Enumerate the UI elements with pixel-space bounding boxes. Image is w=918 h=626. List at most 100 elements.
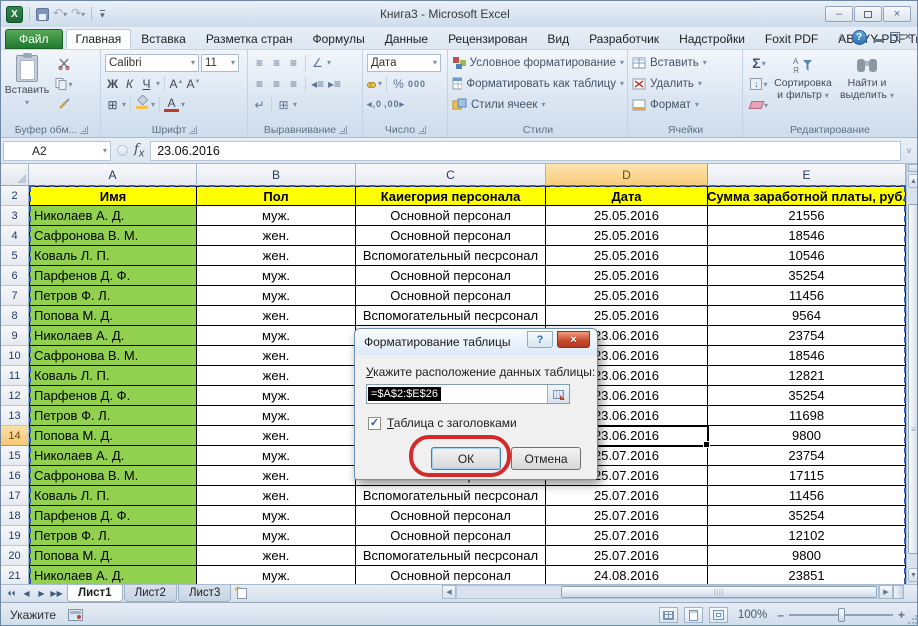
maximize-button[interactable] bbox=[854, 6, 882, 22]
align-right-icon[interactable]: ≡ bbox=[286, 77, 301, 91]
cell-C20[interactable]: Вспомогательный песрсонал bbox=[356, 546, 546, 566]
cell-D19[interactable]: 25.07.2016 bbox=[546, 526, 708, 546]
cell-C6[interactable]: Основной персонал bbox=[356, 266, 546, 286]
cell-E18[interactable]: 35254 bbox=[708, 506, 906, 526]
cell-C21[interactable]: Основной персонал bbox=[356, 566, 546, 584]
row-header-2[interactable]: 2 bbox=[1, 186, 29, 206]
decrease-indent-icon[interactable]: ◂≡ bbox=[310, 77, 325, 91]
format-as-table-button[interactable]: Форматировать как таблицу▾ bbox=[452, 73, 624, 94]
collapse-ribbon-icon[interactable]: ∧ bbox=[837, 32, 844, 43]
cell-D6[interactable]: 25.05.2016 bbox=[546, 266, 708, 286]
orientation-icon[interactable]: ∠ bbox=[310, 56, 325, 70]
cell-E21[interactable]: 23851 bbox=[708, 566, 906, 584]
cell-E13[interactable]: 11698 bbox=[708, 406, 906, 426]
font-size-combo[interactable]: 11▾ bbox=[201, 54, 239, 72]
cell-D17[interactable]: 25.07.2016 bbox=[546, 486, 708, 506]
dialog-close-button[interactable]: × bbox=[557, 331, 590, 348]
cell-B9[interactable]: муж. bbox=[197, 326, 356, 346]
cut-button[interactable] bbox=[52, 55, 76, 73]
cell-A6[interactable]: Парфенов Д. Ф. bbox=[29, 266, 197, 286]
row-header-20[interactable]: 20 bbox=[1, 546, 29, 566]
cell-D7[interactable]: 25.05.2016 bbox=[546, 286, 708, 306]
cell-C5[interactable]: Вспомогательный песрсонал bbox=[356, 246, 546, 266]
cell-C2[interactable]: Каиегория персонала bbox=[356, 186, 546, 206]
wrap-text-icon[interactable]: ↵ bbox=[252, 98, 267, 112]
zoom-slider-thumb[interactable] bbox=[838, 608, 845, 622]
cell-D3[interactable]: 25.05.2016 bbox=[546, 206, 708, 226]
cell-E12[interactable]: 35254 bbox=[708, 386, 906, 406]
format-cells-button[interactable]: Формат▾ bbox=[632, 94, 739, 115]
cell-E7[interactable]: 11456 bbox=[708, 286, 906, 306]
insert-worksheet-icon[interactable]: ✱ bbox=[234, 586, 254, 601]
cell-E20[interactable]: 9800 bbox=[708, 546, 906, 566]
sheet-tab-лист2[interactable]: Лист2 bbox=[124, 585, 177, 602]
cell-A20[interactable]: Попова М. Д. bbox=[29, 546, 197, 566]
dialog-help-button[interactable]: ? bbox=[527, 331, 553, 348]
tab-split-handle[interactable] bbox=[893, 585, 904, 599]
horizontal-scroll-thumb[interactable]: |||| bbox=[561, 586, 877, 598]
ribbon-tab-главная[interactable]: Главная bbox=[66, 29, 132, 49]
formula-input[interactable]: 23.06.2016 bbox=[150, 141, 901, 161]
cell-D5[interactable]: 25.05.2016 bbox=[546, 246, 708, 266]
vertical-scrollbar[interactable]: ▲ ▼ bbox=[906, 164, 918, 584]
cell-D18[interactable]: 25.07.2016 bbox=[546, 506, 708, 526]
split-handle[interactable] bbox=[908, 164, 918, 172]
cell-B10[interactable]: жен. bbox=[197, 346, 356, 366]
cell-E15[interactable]: 23754 bbox=[708, 446, 906, 466]
cell-D4[interactable]: 25.05.2016 bbox=[546, 226, 708, 246]
row-header-14[interactable]: 14 bbox=[1, 426, 29, 446]
help-icon[interactable]: ? bbox=[852, 30, 867, 45]
shrink-font-button[interactable]: А▼ bbox=[186, 77, 201, 91]
row-header-5[interactable]: 5 bbox=[1, 246, 29, 266]
row-header-18[interactable]: 18 bbox=[1, 506, 29, 526]
cell-C18[interactable]: Основной персонал bbox=[356, 506, 546, 526]
page-break-view-button[interactable] bbox=[709, 607, 728, 623]
fill-color-button[interactable] bbox=[135, 95, 149, 114]
column-header-B[interactable]: B bbox=[197, 164, 356, 186]
paste-button[interactable]: Вставить▾ bbox=[6, 52, 48, 116]
ribbon-tab-формулы[interactable]: Формулы bbox=[302, 29, 374, 49]
page-layout-view-button[interactable] bbox=[684, 607, 703, 623]
cell-B20[interactable]: жен. bbox=[197, 546, 356, 566]
cell-C7[interactable]: Основной персонал bbox=[356, 286, 546, 306]
ribbon-tab-foxit-pdf[interactable]: Foxit PDF bbox=[755, 29, 828, 49]
copy-button[interactable]: ▾ bbox=[52, 75, 76, 93]
scroll-right-icon[interactable]: ▶ bbox=[879, 585, 893, 599]
cell-E10[interactable]: 18546 bbox=[708, 346, 906, 366]
cell-A21[interactable]: Николаев А. Д. bbox=[29, 566, 197, 584]
row-header-6[interactable]: 6 bbox=[1, 266, 29, 286]
horizontal-scrollbar[interactable]: ◀ |||| ▶ bbox=[442, 585, 904, 599]
align-bottom-icon[interactable]: ≡ bbox=[286, 56, 301, 70]
find-select-button[interactable]: Найти ивыделить ▾ bbox=[835, 52, 899, 116]
italic-button[interactable]: К bbox=[122, 77, 137, 91]
cell-A13[interactable]: Петров Ф. Л. bbox=[29, 406, 197, 426]
cell-A5[interactable]: Коваль Л. П. bbox=[29, 246, 197, 266]
cell-B8[interactable]: жен. bbox=[197, 306, 356, 326]
cell-D8[interactable]: 25.05.2016 bbox=[546, 306, 708, 326]
prev-sheet-icon[interactable]: ◀ bbox=[20, 589, 33, 599]
percent-style-button[interactable]: % bbox=[391, 77, 406, 91]
ribbon-tab-вставка[interactable]: Вставка bbox=[131, 29, 196, 49]
cell-A9[interactable]: Николаев А. Д. bbox=[29, 326, 197, 346]
align-top-icon[interactable]: ≡ bbox=[252, 56, 267, 70]
grow-font-button[interactable]: А▲ bbox=[169, 77, 184, 91]
row-header-11[interactable]: 11 bbox=[1, 366, 29, 386]
zoom-in-icon[interactable]: + bbox=[898, 610, 905, 620]
ribbon-tab-разметка-стран[interactable]: Разметка стран bbox=[196, 29, 303, 49]
vertical-scroll-thumb[interactable] bbox=[908, 204, 918, 554]
accounting-format-button[interactable] bbox=[367, 75, 376, 93]
delete-cells-button[interactable]: Удалить▾ bbox=[632, 73, 739, 94]
row-header-17[interactable]: 17 bbox=[1, 486, 29, 506]
underline-button[interactable]: Ч bbox=[139, 77, 154, 91]
sort-filter-button[interactable]: АЯ Сортировкаи фильтр ▾ bbox=[771, 52, 835, 116]
increase-decimal-button[interactable]: ◂,0 bbox=[367, 99, 382, 110]
row-header-16[interactable]: 16 bbox=[1, 466, 29, 486]
scroll-up-icon[interactable]: ▲ bbox=[908, 174, 918, 188]
cancel-button[interactable]: Отмена bbox=[511, 447, 581, 470]
cell-E17[interactable]: 11456 bbox=[708, 486, 906, 506]
row-header-7[interactable]: 7 bbox=[1, 286, 29, 306]
table-range-input[interactable]: =$A$2:$E$26 bbox=[366, 384, 570, 404]
cell-E9[interactable]: 23754 bbox=[708, 326, 906, 346]
row-header-4[interactable]: 4 bbox=[1, 226, 29, 246]
headers-checkbox-row[interactable]: ✓ Таблица с заголовками bbox=[368, 416, 517, 430]
